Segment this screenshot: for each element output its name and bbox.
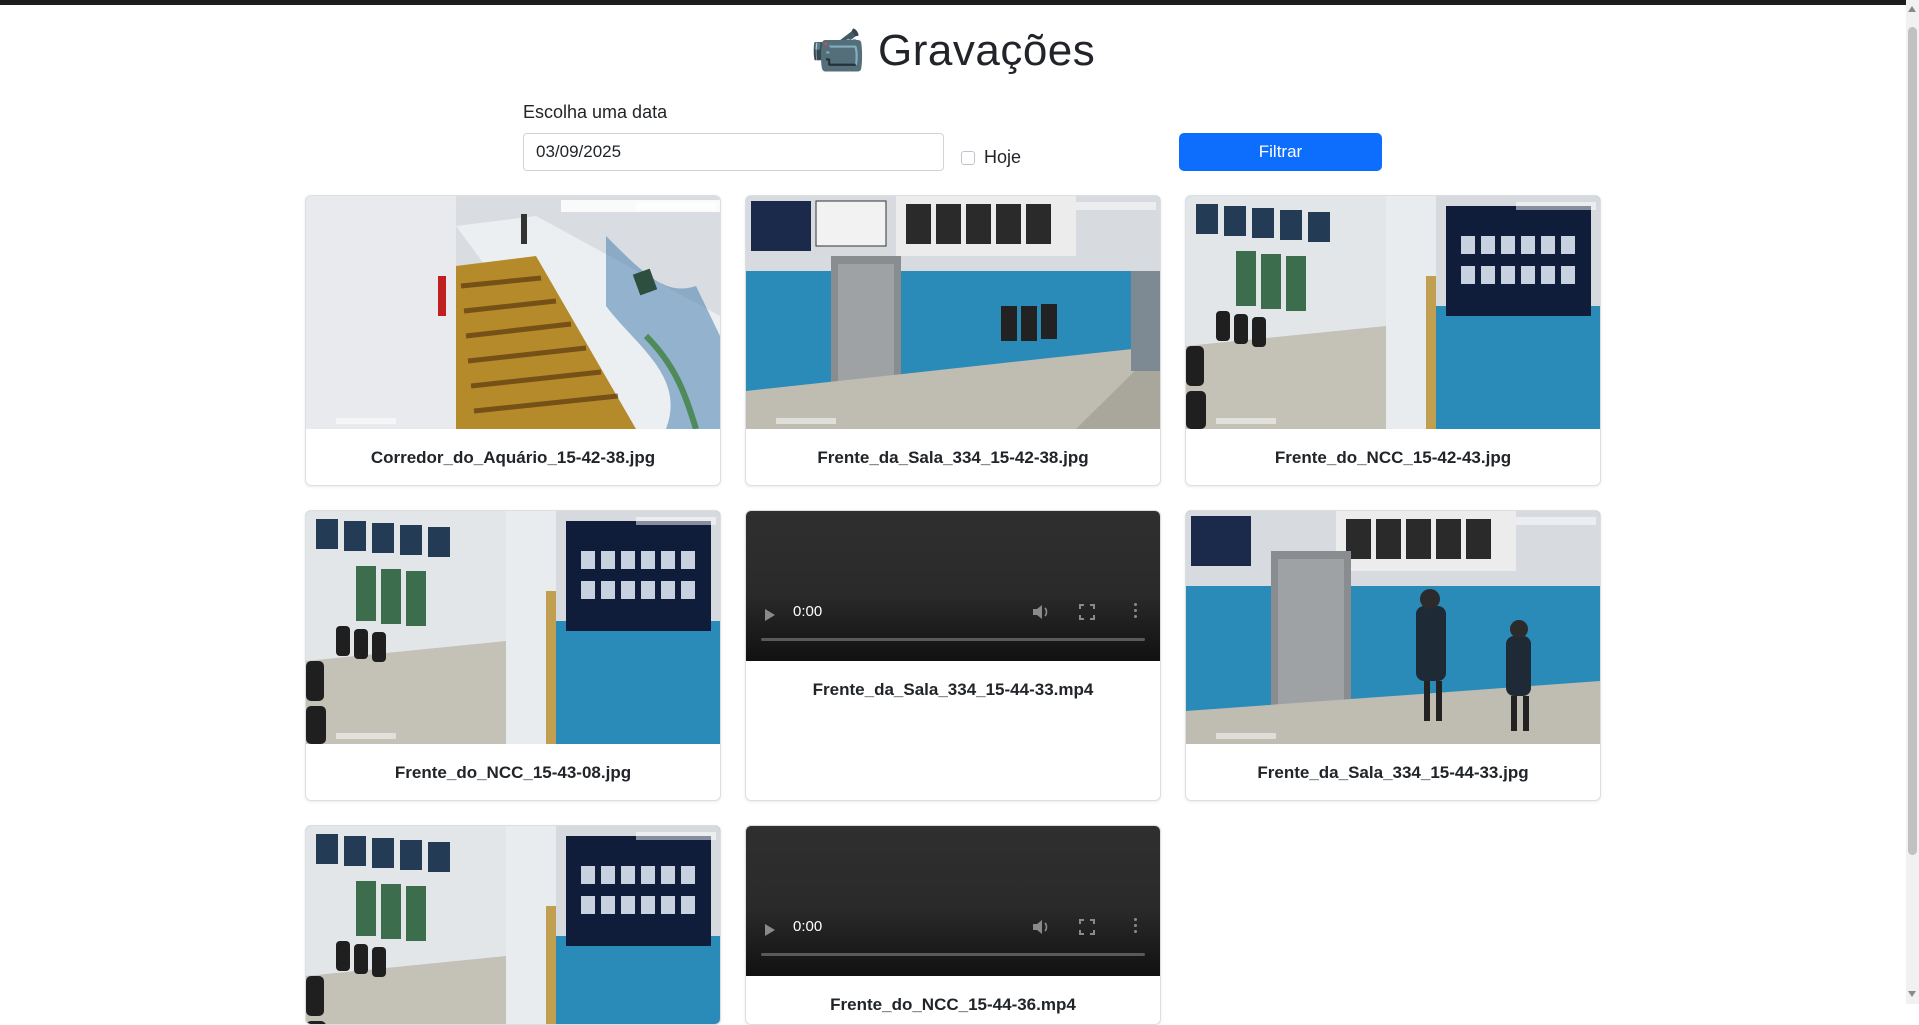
today-checkbox-group[interactable]: Hoje	[961, 147, 1021, 168]
recording-card: Corredor_do_Aquário_15-42-38.jpg	[305, 195, 721, 486]
cctv-frame-image	[306, 196, 720, 429]
recording-thumbnail[interactable]	[1186, 511, 1600, 744]
volume-icon[interactable]	[1031, 919, 1051, 935]
recording-thumbnail[interactable]	[306, 826, 720, 1024]
date-filter-label: Escolha uma data	[523, 102, 668, 122]
video-time: 0:00	[793, 918, 823, 935]
date-input[interactable]: 03/09/2025	[523, 133, 944, 171]
page-title: 📹 Gravações	[0, 24, 1906, 76]
cctv-frame-image	[306, 511, 720, 744]
more-options-icon[interactable]	[1134, 603, 1138, 619]
recording-thumbnail[interactable]	[306, 196, 720, 429]
play-icon[interactable]	[765, 924, 775, 936]
recording-filename: Frente_da_Sala_334_15-44-33.jpg	[1257, 763, 1529, 782]
recording-thumbnail[interactable]	[746, 196, 1160, 429]
scroll-up-arrow-icon[interactable]	[1908, 6, 1916, 12]
video-progress-bar[interactable]	[761, 953, 1145, 956]
scrollbar[interactable]	[1906, 0, 1919, 1004]
video-progress-bar[interactable]	[761, 638, 1145, 641]
scrollbar-thumb[interactable]	[1908, 27, 1917, 855]
fullscreen-icon[interactable]	[1079, 919, 1095, 935]
recording-card: Frente_do_NCC_15-42-43.jpg	[1185, 195, 1601, 486]
recording-filename: Frente_do_NCC_15-42-43.jpg	[1274, 448, 1512, 467]
cctv-frame-image	[306, 826, 720, 1024]
video-player[interactable]: 0:00	[746, 511, 1160, 661]
recording-card	[305, 825, 721, 1025]
recording-filename: Frente_do_NCC_15-44-36.mp4	[830, 995, 1076, 1014]
recording-thumbnail[interactable]	[1186, 196, 1600, 429]
today-checkbox[interactable]	[961, 150, 975, 165]
play-icon[interactable]	[765, 609, 775, 621]
page-title-text: Gravações	[878, 26, 1096, 75]
recording-card: Frente_da_Sala_334_15-42-38.jpg	[745, 195, 1161, 486]
video-camera-icon: 📹	[810, 26, 867, 75]
today-checkbox-label[interactable]: Hoje	[984, 147, 1021, 168]
recording-filename: Frente_da_Sala_334_15-44-33.mp4	[812, 680, 1094, 699]
recording-card: Frente_da_Sala_334_15-44-33.jpg	[1185, 510, 1601, 801]
scroll-down-arrow-icon[interactable]	[1908, 991, 1916, 997]
video-time: 0:00	[793, 603, 823, 620]
recording-thumbnail[interactable]	[306, 511, 720, 744]
video-player[interactable]: 0:00	[746, 826, 1160, 976]
recording-filename: Frente_do_NCC_15-43-08.jpg	[394, 763, 632, 782]
volume-icon[interactable]	[1031, 604, 1051, 620]
top-bar	[0, 0, 1919, 5]
recording-filename: Frente_da_Sala_334_15-42-38.jpg	[817, 448, 1089, 467]
filter-button[interactable]: Filtrar	[1179, 133, 1382, 171]
recording-filename: Corredor_do_Aquário_15-42-38.jpg	[370, 448, 656, 467]
fullscreen-icon[interactable]	[1079, 604, 1095, 620]
cctv-frame-image	[1186, 511, 1600, 744]
cctv-frame-image	[1186, 196, 1600, 429]
recording-card: Frente_do_NCC_15-43-08.jpg	[305, 510, 721, 801]
recording-card: 0:00 Frente_da_Sala_334_15-44-33.mp4	[745, 510, 1161, 801]
more-options-icon[interactable]	[1134, 918, 1138, 934]
recording-card: 0:00 Frente_do_NCC_15-44-36.mp4	[745, 825, 1161, 1025]
cctv-frame-image	[746, 196, 1160, 429]
